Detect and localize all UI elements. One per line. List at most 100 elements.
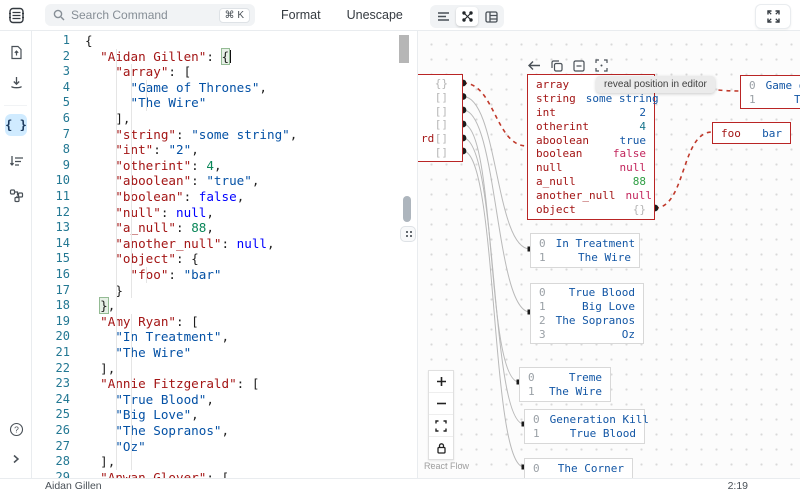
editor-line[interactable]: 1{ xyxy=(32,33,398,49)
node-row[interactable]: 0Treme xyxy=(520,370,610,385)
editor-line[interactable]: 5 "The Wire" xyxy=(32,95,398,111)
editor-line[interactable]: 22 ], xyxy=(32,361,398,377)
back-icon[interactable] xyxy=(528,60,541,71)
node-row[interactable]: another_nullnull xyxy=(528,188,654,202)
node-row[interactable]: [] xyxy=(418,91,462,105)
node-row[interactable]: 2The Sopranos xyxy=(531,314,643,328)
graph-node-aidan[interactable]: arraystringsome stringint2otherint4abool… xyxy=(527,74,655,220)
editor-line[interactable]: 14 "another_null": null, xyxy=(32,236,398,252)
editor-line[interactable]: 10 "aboolean": "true", xyxy=(32,173,398,189)
node-row[interactable]: 0Generation Kill xyxy=(525,412,644,427)
flow-mode-button[interactable] xyxy=(0,180,32,210)
copy-icon[interactable] xyxy=(551,60,563,72)
search-input[interactable]: Search Command ⌘ K xyxy=(45,4,255,26)
editor-line[interactable]: 20 "In Treatment", xyxy=(32,329,398,345)
node-row[interactable]: 1True Blood xyxy=(525,427,644,442)
node-row[interactable]: 1Big Love xyxy=(531,300,643,314)
live-transform-button[interactable] xyxy=(0,146,32,176)
node-row[interactable]: 0Game of Thrones xyxy=(741,78,800,92)
panel-divider[interactable] xyxy=(417,31,418,478)
node-row[interactable]: stringsome string xyxy=(528,92,654,106)
editor-line[interactable]: 2 "Aidan Gillen": { xyxy=(32,49,398,65)
node-row[interactable]: object{} xyxy=(528,202,654,216)
table-view-button[interactable] xyxy=(480,7,502,26)
node-row[interactable]: 1The Wire xyxy=(520,385,610,400)
node-row[interactable]: [] xyxy=(418,145,462,159)
graph-node-genkill[interactable]: 0Generation Kill1True Blood xyxy=(524,409,645,444)
download-button[interactable] xyxy=(0,67,32,97)
editor-line[interactable]: 6 ], xyxy=(32,111,398,127)
graph-canvas[interactable]: {}[][][][][]rd arraystringsome stringint2… xyxy=(418,31,800,478)
editor-line[interactable]: 21 "The Wire" xyxy=(32,345,398,361)
node-row[interactable]: foobar xyxy=(713,125,790,141)
editor-line[interactable]: 7 "string": "some string", xyxy=(32,127,398,143)
node-row[interactable]: 1The Wire xyxy=(741,92,800,106)
editor-line[interactable]: 18 }, xyxy=(32,298,398,314)
node-row[interactable]: otherint4 xyxy=(528,119,654,133)
editor-line[interactable]: 28 ], xyxy=(32,454,398,470)
editor-line[interactable]: 29 "Anwan Glover": [ xyxy=(32,470,398,478)
node-row[interactable]: 3Oz xyxy=(531,327,643,341)
chevron-right-icon xyxy=(11,454,21,464)
import-file-button[interactable] xyxy=(0,37,32,67)
zoom-in-icon xyxy=(436,376,447,387)
editor-line[interactable]: 26 "The Sopranos", xyxy=(32,423,398,439)
node-row[interactable]: {} xyxy=(418,77,462,91)
node-row[interactable]: int2 xyxy=(528,106,654,120)
graph-node-treatment[interactable]: 0In Treatment1The Wire xyxy=(530,233,640,268)
zoom-in-button[interactable] xyxy=(429,371,453,393)
divider-grip[interactable] xyxy=(400,226,416,242)
graph-node-foo[interactable]: foobar xyxy=(712,122,791,144)
focus-icon[interactable] xyxy=(595,59,608,72)
editor-scrollbar-thumb[interactable] xyxy=(399,35,409,63)
editor-line[interactable]: 9 "otherint": 4, xyxy=(32,158,398,174)
editor-line[interactable]: 25 "Big Love", xyxy=(32,407,398,423)
divider-thumb[interactable] xyxy=(403,196,411,222)
help-button[interactable]: ? xyxy=(0,414,32,444)
editor-line[interactable]: 23 "Annie Fitzgerald": [ xyxy=(32,376,398,392)
line-number: 16 xyxy=(32,267,70,283)
node-row[interactable]: [] xyxy=(418,118,462,132)
editor-line[interactable]: 17 } xyxy=(32,283,398,299)
json-editor-button[interactable]: { } xyxy=(0,110,32,140)
collapse-icon[interactable] xyxy=(573,60,585,72)
unescape-button[interactable]: Unescape xyxy=(347,8,403,22)
format-button[interactable]: Format xyxy=(281,8,321,22)
node-row[interactable]: abooleantrue xyxy=(528,133,654,147)
node-key: foo xyxy=(721,127,741,140)
node-row[interactable]: 0True Blood xyxy=(531,286,643,300)
node-row[interactable]: 1The Wire xyxy=(531,251,639,266)
node-row[interactable]: 0In Treatment xyxy=(531,236,639,251)
editor-line[interactable]: 13 "a_null": 88, xyxy=(32,220,398,236)
editor-line[interactable]: 4 "Game of Thrones", xyxy=(32,80,398,96)
editor-line[interactable]: 3 "array": [ xyxy=(32,64,398,80)
editor-line[interactable]: 15 "object": { xyxy=(32,251,398,267)
graph-node-treme[interactable]: 0Treme1The Wire xyxy=(519,367,611,402)
editor-line[interactable]: 8 "int": "2", xyxy=(32,142,398,158)
node-row[interactable]: booleanfalse xyxy=(528,147,654,161)
graph-node-blood[interactable]: 0True Blood1Big Love2The Sopranos3Oz xyxy=(530,283,644,344)
node-row[interactable]: nullnull xyxy=(528,161,654,175)
list-view-button[interactable] xyxy=(432,7,454,26)
json-code-editor[interactable]: 1{2 "Aidan Gillen": {3 "array": [4 "Game… xyxy=(32,31,398,478)
editor-line[interactable]: 12 "null": null, xyxy=(32,205,398,221)
node-row[interactable]: [] xyxy=(418,104,462,118)
editor-line[interactable]: 11 "boolean": false, xyxy=(32,189,398,205)
node-row[interactable]: a_null88 xyxy=(528,175,654,189)
app-logo-icon[interactable] xyxy=(0,7,32,24)
editor-line[interactable]: 24 "True Blood", xyxy=(32,392,398,408)
editor-line[interactable]: 27 "Oz" xyxy=(32,439,398,455)
zoom-out-button[interactable] xyxy=(429,393,453,415)
editor-line[interactable]: 19 "Amy Ryan": [ xyxy=(32,314,398,330)
graph-view-button[interactable] xyxy=(456,7,478,26)
node-key: object xyxy=(536,203,576,216)
editor-line[interactable]: 16 "foo": "bar" xyxy=(32,267,398,283)
fit-view-button[interactable] xyxy=(429,415,453,437)
graph-node-corner[interactable]: 0The Corner xyxy=(524,458,633,478)
expand-sidebar-button[interactable] xyxy=(0,444,32,474)
graph-node-root[interactable]: {}[][][][][]rd xyxy=(418,74,463,162)
node-row[interactable]: 0The Corner xyxy=(525,461,632,476)
lock-button[interactable] xyxy=(429,437,453,459)
graph-node-game[interactable]: 0Game of Thrones1The Wire xyxy=(740,75,800,109)
fullscreen-button[interactable] xyxy=(755,4,791,29)
